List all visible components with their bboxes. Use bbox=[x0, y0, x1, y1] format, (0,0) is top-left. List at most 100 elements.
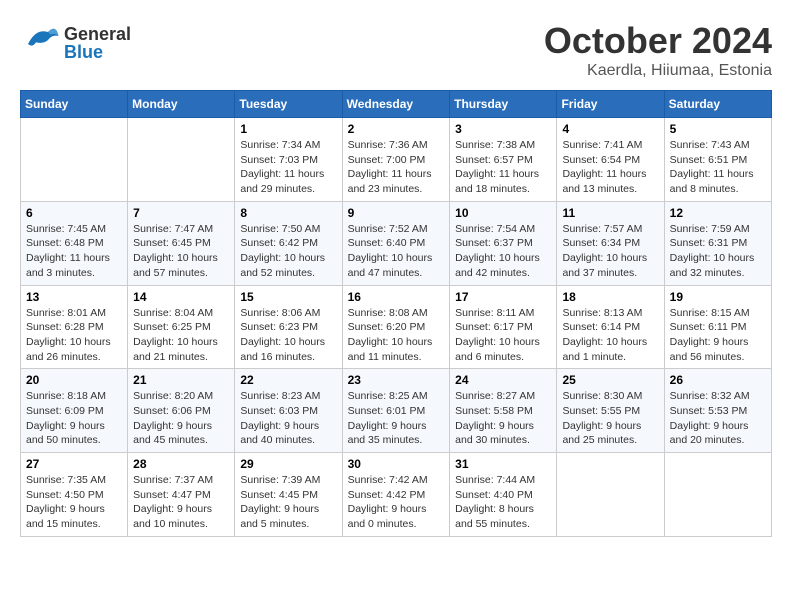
calendar-cell: 6 Sunrise: 7:45 AMSunset: 6:48 PMDaylight… bbox=[21, 201, 128, 285]
day-number: 4 bbox=[562, 122, 658, 136]
calendar-cell: 21 Sunrise: 8:20 AMSunset: 6:06 PMDayligh… bbox=[128, 369, 235, 453]
day-info: Sunrise: 7:44 AMSunset: 4:40 PMDaylight:… bbox=[455, 473, 551, 532]
location: Kaerdla, Hiiumaa, Estonia bbox=[544, 62, 772, 80]
day-info: Sunrise: 7:37 AMSunset: 4:47 PMDaylight:… bbox=[133, 473, 229, 532]
calendar-cell: 22 Sunrise: 8:23 AMSunset: 6:03 PMDayligh… bbox=[235, 369, 342, 453]
day-info: Sunrise: 8:13 AMSunset: 6:14 PMDaylight:… bbox=[562, 306, 658, 365]
calendar-week-row: 20Sunrise: 8:18 AMSunset: 6:09 PMDayligh… bbox=[21, 369, 772, 453]
day-number: 18 bbox=[562, 290, 658, 304]
day-number: 28 bbox=[133, 457, 229, 471]
calendar-week-row: 1Sunrise: 7:34 AMSunset: 7:03 PMDaylight… bbox=[21, 118, 772, 202]
calendar-cell: 18 Sunrise: 8:13 AMSunset: 6:14 PMDayligh… bbox=[557, 285, 664, 369]
calendar-week-row: 13Sunrise: 8:01 AMSunset: 6:28 PMDayligh… bbox=[21, 285, 772, 369]
day-number: 20 bbox=[26, 373, 122, 387]
calendar-cell: 8 Sunrise: 7:50 AMSunset: 6:42 PMDaylight… bbox=[235, 201, 342, 285]
day-info: Sunrise: 7:54 AMSunset: 6:37 PMDaylight:… bbox=[455, 222, 551, 281]
day-info: Sunrise: 7:43 AMSunset: 6:51 PMDaylight:… bbox=[670, 138, 766, 197]
day-number: 6 bbox=[26, 206, 122, 220]
calendar-cell: 25Sunrise: 8:30 AMSunset: 5:55 PMDayligh… bbox=[557, 369, 664, 453]
month-title: October 2024 bbox=[544, 20, 772, 62]
calendar-cell: 4 Sunrise: 7:41 AMSunset: 6:54 PMDaylight… bbox=[557, 118, 664, 202]
day-number: 26 bbox=[670, 373, 766, 387]
day-info: Sunrise: 7:59 AMSunset: 6:31 PMDaylight:… bbox=[670, 222, 766, 281]
day-number: 16 bbox=[348, 290, 445, 304]
calendar-cell: 31 Sunrise: 7:44 AMSunset: 4:40 PMDayligh… bbox=[450, 453, 557, 537]
day-info: Sunrise: 8:15 AMSunset: 6:11 PMDaylight:… bbox=[670, 306, 766, 365]
day-number: 5 bbox=[670, 122, 766, 136]
calendar-cell: 24 Sunrise: 8:27 AMSunset: 5:58 PMDayligh… bbox=[450, 369, 557, 453]
calendar-cell: 5 Sunrise: 7:43 AMSunset: 6:51 PMDaylight… bbox=[664, 118, 771, 202]
day-number: 21 bbox=[133, 373, 229, 387]
calendar-cell: 14 Sunrise: 8:04 AMSunset: 6:25 PMDayligh… bbox=[128, 285, 235, 369]
calendar-cell: 1Sunrise: 7:34 AMSunset: 7:03 PMDaylight… bbox=[235, 118, 342, 202]
day-number: 31 bbox=[455, 457, 551, 471]
day-info: Sunrise: 8:20 AMSunset: 6:06 PMDaylight:… bbox=[133, 389, 229, 448]
calendar-cell bbox=[664, 453, 771, 537]
day-number: 9 bbox=[348, 206, 445, 220]
calendar-table: SundayMondayTuesdayWednesdayThursdayFrid… bbox=[20, 90, 772, 537]
calendar-cell bbox=[128, 118, 235, 202]
calendar-cell: 2Sunrise: 7:36 AMSunset: 7:00 PMDaylight… bbox=[342, 118, 450, 202]
calendar-cell: 20Sunrise: 8:18 AMSunset: 6:09 PMDayligh… bbox=[21, 369, 128, 453]
calendar-header-tuesday: Tuesday bbox=[235, 91, 342, 118]
calendar-cell: 15 Sunrise: 8:06 AMSunset: 6:23 PMDayligh… bbox=[235, 285, 342, 369]
day-info: Sunrise: 8:11 AMSunset: 6:17 PMDaylight:… bbox=[455, 306, 551, 365]
day-info: Sunrise: 8:27 AMSunset: 5:58 PMDaylight:… bbox=[455, 389, 551, 448]
day-info: Sunrise: 7:38 AMSunset: 6:57 PMDaylight:… bbox=[455, 138, 551, 197]
calendar-header-monday: Monday bbox=[128, 91, 235, 118]
day-info: Sunrise: 7:52 AMSunset: 6:40 PMDaylight:… bbox=[348, 222, 445, 281]
day-number: 30 bbox=[348, 457, 445, 471]
calendar-cell: 27 Sunrise: 7:35 AMSunset: 4:50 PMDayligh… bbox=[21, 453, 128, 537]
day-number: 3 bbox=[455, 122, 551, 136]
calendar-cell: 23Sunrise: 8:25 AMSunset: 6:01 PMDayligh… bbox=[342, 369, 450, 453]
calendar-cell: 30Sunrise: 7:42 AMSunset: 4:42 PMDayligh… bbox=[342, 453, 450, 537]
day-number: 8 bbox=[240, 206, 336, 220]
calendar-cell: 12 Sunrise: 7:59 AMSunset: 6:31 PMDayligh… bbox=[664, 201, 771, 285]
calendar-cell: 29 Sunrise: 7:39 AMSunset: 4:45 PMDayligh… bbox=[235, 453, 342, 537]
day-number: 2 bbox=[348, 122, 445, 136]
day-info: Sunrise: 8:30 AMSunset: 5:55 PMDaylight:… bbox=[562, 389, 658, 448]
logo-general: General bbox=[64, 25, 131, 43]
day-info: Sunrise: 7:47 AMSunset: 6:45 PMDaylight:… bbox=[133, 222, 229, 281]
day-number: 29 bbox=[240, 457, 336, 471]
day-number: 12 bbox=[670, 206, 766, 220]
logo-blue: Blue bbox=[64, 43, 131, 61]
day-info: Sunrise: 8:04 AMSunset: 6:25 PMDaylight:… bbox=[133, 306, 229, 365]
calendar-week-row: 27 Sunrise: 7:35 AMSunset: 4:50 PMDayligh… bbox=[21, 453, 772, 537]
calendar-cell: 7Sunrise: 7:47 AMSunset: 6:45 PMDaylight… bbox=[128, 201, 235, 285]
calendar-header-saturday: Saturday bbox=[664, 91, 771, 118]
calendar-cell: 10 Sunrise: 7:54 AMSunset: 6:37 PMDayligh… bbox=[450, 201, 557, 285]
calendar-header-wednesday: Wednesday bbox=[342, 91, 450, 118]
day-info: Sunrise: 7:45 AMSunset: 6:48 PMDaylight:… bbox=[26, 222, 122, 281]
calendar-week-row: 6 Sunrise: 7:45 AMSunset: 6:48 PMDaylight… bbox=[21, 201, 772, 285]
calendar-header-thursday: Thursday bbox=[450, 91, 557, 118]
calendar-cell: 26Sunrise: 8:32 AMSunset: 5:53 PMDayligh… bbox=[664, 369, 771, 453]
day-number: 27 bbox=[26, 457, 122, 471]
day-number: 1 bbox=[240, 122, 336, 136]
day-info: Sunrise: 8:01 AMSunset: 6:28 PMDaylight:… bbox=[26, 306, 122, 365]
day-info: Sunrise: 8:23 AMSunset: 6:03 PMDaylight:… bbox=[240, 389, 336, 448]
day-info: Sunrise: 7:39 AMSunset: 4:45 PMDaylight:… bbox=[240, 473, 336, 532]
day-info: Sunrise: 8:25 AMSunset: 6:01 PMDaylight:… bbox=[348, 389, 445, 448]
day-number: 10 bbox=[455, 206, 551, 220]
day-info: Sunrise: 7:50 AMSunset: 6:42 PMDaylight:… bbox=[240, 222, 336, 281]
day-info: Sunrise: 8:08 AMSunset: 6:20 PMDaylight:… bbox=[348, 306, 445, 365]
calendar-cell: 3 Sunrise: 7:38 AMSunset: 6:57 PMDaylight… bbox=[450, 118, 557, 202]
calendar-header-friday: Friday bbox=[557, 91, 664, 118]
calendar-header-row: SundayMondayTuesdayWednesdayThursdayFrid… bbox=[21, 91, 772, 118]
day-number: 22 bbox=[240, 373, 336, 387]
day-number: 15 bbox=[240, 290, 336, 304]
day-info: Sunrise: 8:06 AMSunset: 6:23 PMDaylight:… bbox=[240, 306, 336, 365]
day-number: 24 bbox=[455, 373, 551, 387]
day-number: 17 bbox=[455, 290, 551, 304]
day-info: Sunrise: 7:41 AMSunset: 6:54 PMDaylight:… bbox=[562, 138, 658, 197]
calendar-cell: 9 Sunrise: 7:52 AMSunset: 6:40 PMDaylight… bbox=[342, 201, 450, 285]
title-area: October 2024 Kaerdla, Hiiumaa, Estonia bbox=[544, 20, 772, 80]
day-number: 19 bbox=[670, 290, 766, 304]
day-info: Sunrise: 7:35 AMSunset: 4:50 PMDaylight:… bbox=[26, 473, 122, 532]
calendar-header-sunday: Sunday bbox=[21, 91, 128, 118]
page-header: General Blue October 2024 Kaerdla, Hiium… bbox=[20, 20, 772, 80]
logo: General Blue bbox=[20, 20, 131, 65]
day-number: 14 bbox=[133, 290, 229, 304]
calendar-cell: 19 Sunrise: 8:15 AMSunset: 6:11 PMDayligh… bbox=[664, 285, 771, 369]
